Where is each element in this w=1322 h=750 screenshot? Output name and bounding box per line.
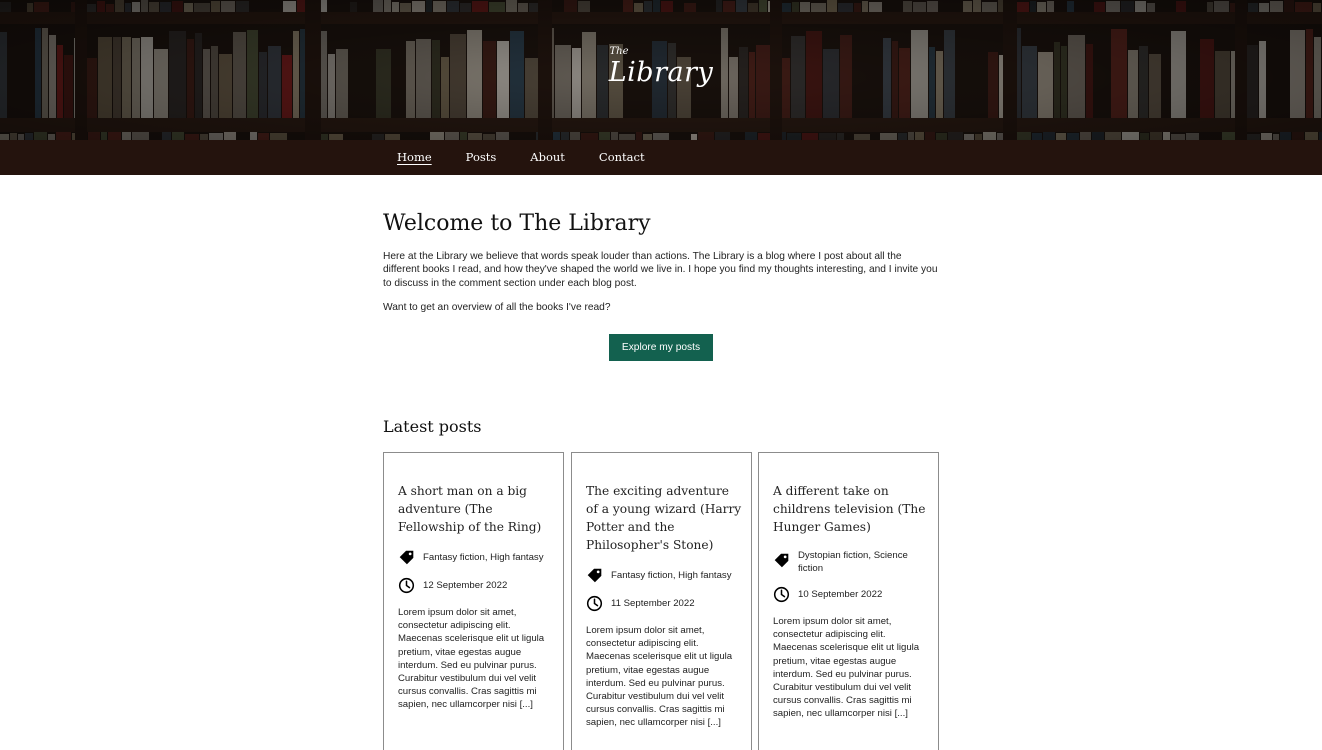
post-tags-text[interactable]: Dystopian fiction, Science fiction: [798, 549, 928, 575]
post-card[interactable]: A different take on childrens television…: [758, 452, 939, 750]
site-logo[interactable]: The Library: [0, 46, 1322, 88]
post-tags: Fantasy fiction, High fantasy: [398, 549, 558, 566]
main-nav: Home Posts About Contact: [0, 140, 1322, 175]
post-excerpt: Lorem ipsum dolor sit amet, consectetur …: [773, 616, 920, 720]
latest-posts-title: Latest posts: [383, 417, 482, 436]
post-title[interactable]: A different take on childrens television…: [773, 482, 929, 536]
post-excerpt: Lorem ipsum dolor sit amet, consectetur …: [398, 607, 545, 711]
post-date: 11 September 2022: [586, 595, 746, 612]
nav-item-posts[interactable]: Posts: [466, 140, 497, 175]
welcome-title: Welcome to The Library: [383, 211, 651, 236]
post-tags-text[interactable]: Fantasy fiction, High fantasy: [611, 569, 732, 582]
clock-icon: [398, 577, 415, 594]
header-banner: The Library: [0, 0, 1322, 140]
clock-icon: [586, 595, 603, 612]
post-tags: Fantasy fiction, High fantasy: [586, 567, 746, 584]
post-date: 12 September 2022: [398, 577, 558, 594]
post-card[interactable]: The exciting adventure of a young wizard…: [571, 452, 752, 750]
nav-item-home[interactable]: Home: [397, 140, 432, 175]
post-title[interactable]: A short man on a big adventure (The Fell…: [398, 482, 554, 536]
post-date-text: 12 September 2022: [423, 580, 508, 591]
post-date-text: 10 September 2022: [798, 589, 883, 600]
overview-question: Want to get an overview of all the books…: [383, 302, 611, 313]
nav-list: Home Posts About Contact: [397, 140, 679, 175]
latest-posts-list: A short man on a big adventure (The Fell…: [383, 452, 939, 750]
post-title[interactable]: The exciting adventure of a young wizard…: [586, 482, 742, 554]
tag-icon: [587, 568, 602, 583]
post-tags: Dystopian fiction, Science fiction: [773, 549, 933, 575]
intro-paragraph: Here at the Library we believe that word…: [383, 251, 938, 289]
nav-item-about[interactable]: About: [530, 140, 565, 175]
post-date-text: 11 September 2022: [611, 598, 695, 609]
post-tags-text[interactable]: Fantasy fiction, High fantasy: [423, 551, 544, 564]
post-date: 10 September 2022: [773, 586, 933, 603]
tag-icon: [774, 553, 789, 568]
post-excerpt: Lorem ipsum dolor sit amet, consectetur …: [586, 625, 733, 729]
logo-main-text: Library: [608, 57, 714, 88]
tag-icon: [399, 550, 414, 565]
clock-icon: [773, 586, 790, 603]
explore-posts-button[interactable]: Explore my posts: [609, 334, 713, 361]
nav-item-contact[interactable]: Contact: [599, 140, 645, 175]
post-card[interactable]: A short man on a big adventure (The Fell…: [383, 452, 564, 750]
